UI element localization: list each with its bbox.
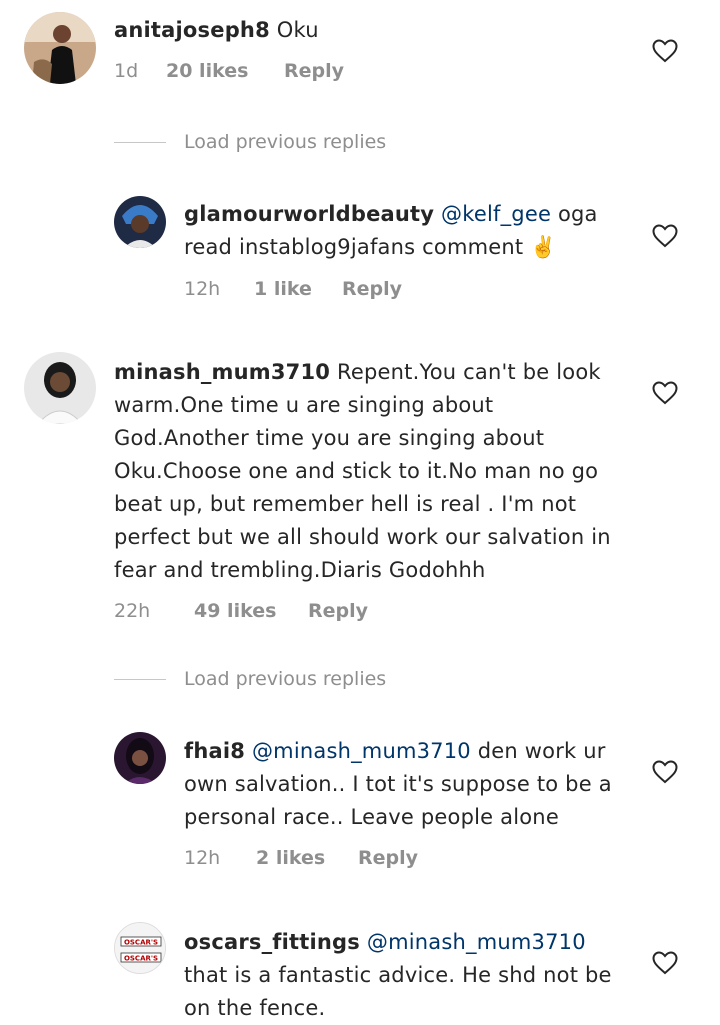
avatar[interactable]: OSCAR'S OSCAR'S: [114, 922, 166, 974]
load-previous-label[interactable]: Load previous replies: [184, 131, 386, 153]
timestamp: 22h: [114, 600, 151, 622]
comment-text: minash_mum3710 Repent.You can't be look …: [114, 356, 634, 587]
comment-text: glamourworldbeauty @kelf_gee oga read in…: [184, 198, 634, 264]
username[interactable]: glamourworldbeauty: [184, 202, 434, 226]
load-previous-replies[interactable]: Load previous replies: [114, 131, 386, 153]
mention-link[interactable]: @minash_mum3710: [252, 739, 471, 763]
username[interactable]: fhai8: [184, 739, 245, 763]
avatar[interactable]: [114, 196, 166, 248]
load-previous-label[interactable]: Load previous replies: [184, 668, 386, 690]
load-previous-replies[interactable]: Load previous replies: [114, 668, 386, 690]
username[interactable]: anitajoseph8: [114, 18, 270, 42]
timestamp: 1d: [114, 60, 139, 82]
avatar[interactable]: [114, 732, 166, 784]
likes-count[interactable]: 49 likes: [194, 600, 308, 622]
reply-button[interactable]: Reply: [342, 278, 402, 300]
comment-body: that is a fantastic advice. He shd not b…: [184, 963, 612, 1020]
timestamp: 12h: [184, 847, 221, 869]
timestamp: 12h: [184, 278, 221, 300]
reply-button[interactable]: Reply: [284, 60, 344, 82]
avatar[interactable]: [24, 352, 96, 424]
username[interactable]: minash_mum3710: [114, 360, 330, 384]
mention-link[interactable]: @minash_mum3710: [367, 930, 586, 954]
divider-line: [114, 141, 166, 143]
username[interactable]: oscars_fittings: [184, 930, 360, 954]
likes-count[interactable]: 20 likes: [166, 60, 284, 82]
heart-icon[interactable]: [652, 39, 678, 63]
comment-meta: 1d 20 likes Reply: [114, 60, 344, 82]
avatar[interactable]: [24, 12, 96, 84]
svg-text:OSCAR'S: OSCAR'S: [124, 955, 158, 963]
comment-meta: 12h 2 likes Reply: [184, 847, 418, 869]
comment-text: anitajoseph8 Oku: [114, 14, 634, 47]
divider-line: [114, 678, 166, 680]
comment-body: Oku: [276, 18, 319, 42]
comment-meta: 12h 1 like Reply: [184, 278, 402, 300]
likes-count[interactable]: 1 like: [254, 278, 342, 300]
comment-meta: 22h 49 likes Reply: [114, 600, 368, 622]
reply-button[interactable]: Reply: [308, 600, 368, 622]
comment-text: fhai8 @minash_mum3710 den work ur own sa…: [184, 735, 634, 834]
heart-icon[interactable]: [652, 951, 678, 975]
reply-button[interactable]: Reply: [358, 847, 418, 869]
comment-body: Repent.You can't be look warm.One time u…: [114, 360, 611, 582]
heart-icon[interactable]: [652, 381, 678, 405]
heart-icon[interactable]: [652, 224, 678, 248]
heart-icon[interactable]: [652, 760, 678, 784]
comment-text: oscars_fittings @minash_mum3710 that is …: [184, 926, 634, 1025]
likes-count[interactable]: 2 likes: [256, 847, 358, 869]
svg-text:OSCAR'S: OSCAR'S: [124, 939, 158, 947]
mention-link[interactable]: @kelf_gee: [441, 202, 551, 226]
